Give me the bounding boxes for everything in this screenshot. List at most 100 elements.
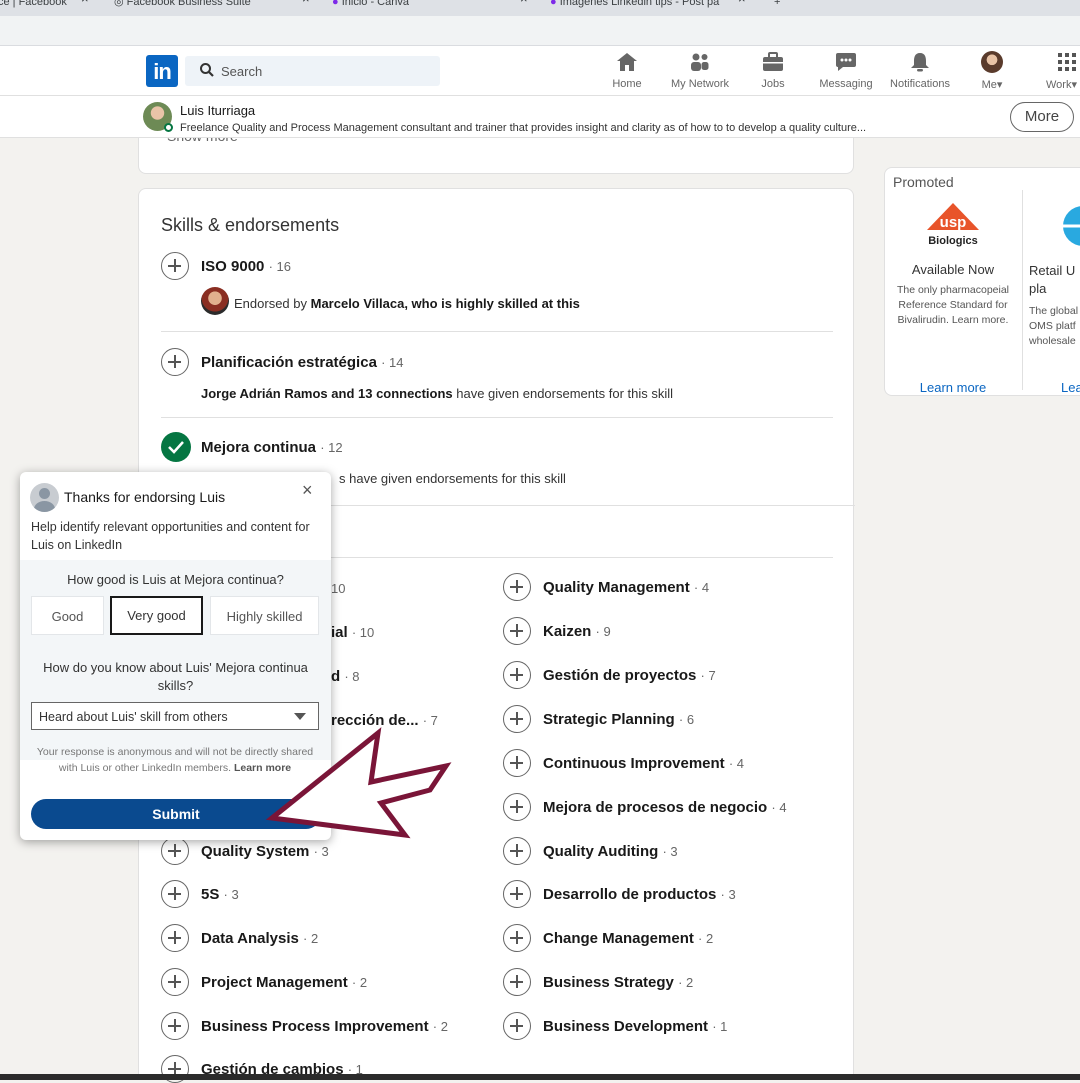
browser-tab[interactable]: ● Imágenes Linkedin tips - Post pa × bbox=[550, 0, 746, 16]
ad-logo-icon bbox=[1029, 190, 1080, 260]
nav-label: Messaging bbox=[819, 78, 873, 90]
endorse-plus-button[interactable] bbox=[503, 661, 531, 689]
nav-notifications[interactable]: Notifications bbox=[885, 50, 955, 90]
search-input[interactable]: Search bbox=[185, 56, 440, 86]
rating-good-button[interactable]: Good bbox=[31, 596, 104, 635]
nav-jobs[interactable]: Jobs bbox=[738, 50, 808, 90]
close-tab-icon[interactable]: × bbox=[302, 0, 310, 5]
skill-name[interactable]: Gestión de proyectos · 7 bbox=[543, 667, 716, 684]
endorse-plus-button[interactable] bbox=[503, 968, 531, 996]
promoted-ad[interactable]: Retail U pla The global OMS platf wholes… bbox=[1025, 190, 1080, 395]
endorse-plus-button[interactable] bbox=[161, 924, 189, 952]
caret-down-icon: ▾ bbox=[1071, 79, 1077, 91]
learn-more-link[interactable]: Lea bbox=[1061, 380, 1080, 395]
skill-name[interactable]: Mejora continua · 12 bbox=[201, 439, 343, 456]
endorse-plus-button[interactable] bbox=[503, 705, 531, 733]
learn-more-link[interactable]: Learn more bbox=[888, 380, 1018, 395]
skill-name[interactable]: 5S · 3 bbox=[201, 886, 239, 903]
nav-work[interactable]: Work▾ bbox=[1030, 50, 1080, 91]
skill-label: Desarrollo de productos bbox=[543, 886, 717, 903]
endorse-plus-button[interactable] bbox=[503, 573, 531, 601]
browser-tab[interactable]: ce | Facebook × bbox=[0, 0, 89, 16]
svg-text:usp: usp bbox=[940, 214, 967, 231]
skill-name[interactable]: Data Analysis · 2 bbox=[201, 930, 318, 947]
nav-my-network[interactable]: My Network bbox=[665, 50, 735, 90]
browser-tab[interactable]: ● Inicio - Canva × bbox=[332, 0, 528, 16]
endorsed-by-label: Endorsed by bbox=[234, 296, 311, 311]
nav-me[interactable]: Me▾ bbox=[957, 50, 1027, 91]
skill-name[interactable]: Business Development · 1 bbox=[543, 1018, 727, 1035]
skill-name[interactable]: 10 bbox=[331, 580, 345, 597]
skill-label: Continuous Improvement bbox=[543, 755, 725, 772]
skill-name[interactable]: ISO 9000 · 16 bbox=[201, 258, 291, 275]
endorse-plus-button[interactable] bbox=[161, 1012, 189, 1040]
rating-very-good-button[interactable]: Very good bbox=[110, 596, 203, 635]
more-button[interactable]: More bbox=[1010, 102, 1074, 132]
endorse-plus-button[interactable] bbox=[503, 1012, 531, 1040]
top-navigation: in Search Home My Network Jobs Messaging… bbox=[0, 46, 1080, 96]
skill-count: · 7 bbox=[700, 668, 716, 683]
messaging-icon bbox=[811, 50, 881, 74]
skill-label: Strategic Planning bbox=[543, 711, 675, 728]
skill-name[interactable]: ial · 10 bbox=[331, 624, 374, 641]
close-tab-icon[interactable]: × bbox=[738, 0, 746, 5]
skill-name[interactable]: Quality Management · 4 bbox=[543, 579, 709, 596]
skill-label: ISO 9000 bbox=[201, 258, 265, 275]
endorser-name[interactable]: Marcelo Villaca, who is highly skilled a… bbox=[311, 296, 580, 311]
endorse-plus-button[interactable] bbox=[161, 968, 189, 996]
skill-name[interactable]: Quality Auditing · 3 bbox=[543, 843, 678, 860]
profile-headline: Freelance Quality and Process Management… bbox=[180, 122, 867, 134]
nav-messaging[interactable]: Messaging bbox=[811, 50, 881, 90]
check-icon bbox=[168, 441, 184, 454]
skill-count: · 4 bbox=[771, 800, 787, 815]
endorser-avatar[interactable] bbox=[201, 287, 229, 315]
new-tab-icon[interactable]: + bbox=[774, 0, 780, 16]
endorsed-check-button[interactable] bbox=[161, 432, 191, 462]
nav-label: Notifications bbox=[890, 78, 950, 90]
endorse-plus-button[interactable] bbox=[161, 348, 189, 376]
endorser-name[interactable]: Jorge Adrián Ramos and 13 connections bbox=[201, 386, 453, 401]
endorse-plus-button[interactable] bbox=[161, 252, 189, 280]
nav-home[interactable]: Home bbox=[592, 50, 662, 90]
endorse-plus-button[interactable] bbox=[503, 924, 531, 952]
browser-address-bar[interactable] bbox=[0, 16, 1080, 46]
skill-name[interactable]: Quality System · 3 bbox=[201, 843, 329, 860]
endorse-plus-button[interactable] bbox=[503, 617, 531, 645]
skill-name[interactable]: Project Management · 2 bbox=[201, 974, 367, 991]
skill-label: 5S bbox=[201, 886, 220, 903]
ad-description: The only pharmacopeial Reference Standar… bbox=[896, 284, 1010, 326]
close-tab-icon[interactable]: × bbox=[81, 0, 89, 5]
endorse-plus-button[interactable] bbox=[503, 749, 531, 777]
endorse-plus-button[interactable] bbox=[503, 837, 531, 865]
usp-biologics-logo: usp Biologics bbox=[888, 190, 1018, 247]
skill-name[interactable]: Change Management · 2 bbox=[543, 930, 713, 947]
endorse-plus-button[interactable] bbox=[503, 793, 531, 821]
skill-label: Data Analysis bbox=[201, 930, 299, 947]
rating-highly-skilled-button[interactable]: Highly skilled bbox=[210, 596, 319, 635]
endorse-plus-button[interactable] bbox=[161, 880, 189, 908]
skill-name[interactable]: Strategic Planning · 6 bbox=[543, 711, 694, 728]
skill-name[interactable]: Continuous Improvement · 4 bbox=[543, 755, 744, 772]
skill-name[interactable]: Business Process Improvement · 2 bbox=[201, 1018, 448, 1035]
skill-name[interactable]: d · 8 bbox=[331, 668, 360, 685]
skill-name[interactable]: Mejora de procesos de negocio · 4 bbox=[543, 799, 787, 816]
endorse-plus-button[interactable] bbox=[503, 880, 531, 908]
skill-name[interactable]: Desarrollo de productos · 3 bbox=[543, 886, 736, 903]
skill-name[interactable]: Kaizen · 9 bbox=[543, 623, 611, 640]
skill-name[interactable]: Business Strategy · 2 bbox=[543, 974, 693, 991]
close-icon[interactable]: × bbox=[302, 480, 313, 501]
browser-tab[interactable]: ◎ Facebook Business Suite × bbox=[114, 0, 310, 16]
skill-label: Kaizen bbox=[543, 623, 592, 640]
promoted-label: Promoted bbox=[893, 174, 954, 190]
close-tab-icon[interactable]: × bbox=[520, 0, 528, 5]
os-taskbar bbox=[0, 1074, 1080, 1080]
skill-label: Gestión de proyectos bbox=[543, 667, 697, 684]
skill-count: · 12 bbox=[320, 440, 343, 455]
linkedin-logo[interactable]: in bbox=[146, 55, 178, 87]
promoted-ad[interactable]: usp Biologics Available Now The only pha… bbox=[888, 190, 1018, 395]
skill-label: Mejora continua bbox=[201, 439, 317, 456]
skill-name[interactable]: Planificación estratégica · 14 bbox=[201, 354, 403, 371]
skill-label: Planificación estratégica bbox=[201, 354, 377, 371]
endorse-plus-button[interactable] bbox=[161, 837, 189, 865]
skill-count: 10 bbox=[331, 581, 346, 596]
